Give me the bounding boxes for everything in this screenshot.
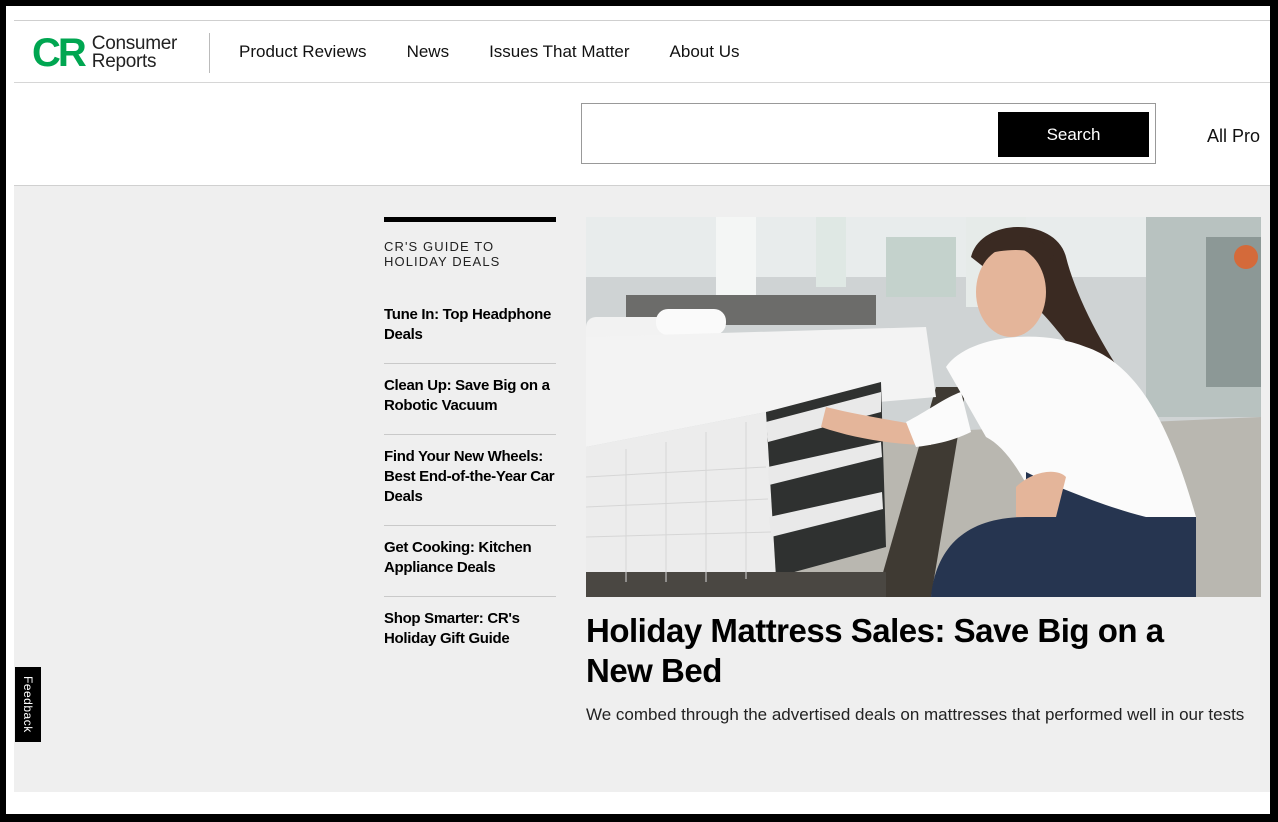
nav-issues-that-matter[interactable]: Issues That Matter [489, 42, 629, 62]
search-input[interactable] [586, 112, 990, 158]
guide-link-car-deals[interactable]: Find Your New Wheels: Best End-of-the-Ye… [384, 447, 556, 526]
main-content: CR'S GUIDE TO HOLIDAY DEALS Tune In: Top… [14, 186, 1270, 792]
hero-image[interactable] [586, 217, 1261, 597]
hero-description: We combed through the advertised deals o… [586, 705, 1245, 724]
holiday-deals-guide: CR'S GUIDE TO HOLIDAY DEALS Tune In: Top… [384, 217, 556, 679]
guide-link-robotic-vacuum[interactable]: Clean Up: Save Big on a Robotic Vacuum [384, 376, 556, 435]
frame-bottom [0, 814, 1278, 822]
logo-wordmark: Consumer Reports [91, 34, 178, 72]
frame-right [1270, 0, 1278, 822]
main-nav: Product Reviews News Issues That Matter … [239, 21, 779, 82]
browser-top-strip [14, 6, 1270, 21]
guide-top-rule [384, 217, 556, 222]
feedback-tab[interactable]: Feedback [15, 667, 41, 742]
hero-headline[interactable]: Holiday Mattress Sales: Save Big on a Ne… [586, 611, 1206, 691]
guide-link-kitchen-appliances[interactable]: Get Cooking: Kitchen Appliance Deals [384, 538, 556, 597]
search-band: Search All Pro [14, 83, 1270, 186]
logo-line-2: Reports [91, 51, 157, 72]
header-divider [209, 33, 210, 73]
mattress-store-photo [586, 217, 1261, 597]
page-bottom-strip [14, 792, 1270, 814]
guide-link-headphones[interactable]: Tune In: Top Headphone Deals [384, 305, 556, 364]
guide-link-gift-guide[interactable]: Shop Smarter: CR's Holiday Gift Guide [384, 609, 556, 667]
all-products-link[interactable]: All Pro [1207, 126, 1260, 147]
guide-title: CR'S GUIDE TO HOLIDAY DEALS [384, 239, 501, 269]
nav-about-us[interactable]: About Us [670, 42, 740, 62]
logo-mark: CR [32, 31, 87, 75]
frame-left [0, 0, 6, 822]
site-header: CR Consumer Reports Product Reviews News… [14, 21, 1270, 83]
nav-news[interactable]: News [407, 42, 450, 62]
search-button[interactable]: Search [998, 112, 1149, 157]
guide-link-list: Tune In: Top Headphone Deals Clean Up: S… [384, 305, 556, 667]
search-box: Search [581, 103, 1156, 164]
nav-product-reviews[interactable]: Product Reviews [239, 42, 367, 62]
consumer-reports-logo[interactable]: CR Consumer Reports [32, 33, 177, 73]
